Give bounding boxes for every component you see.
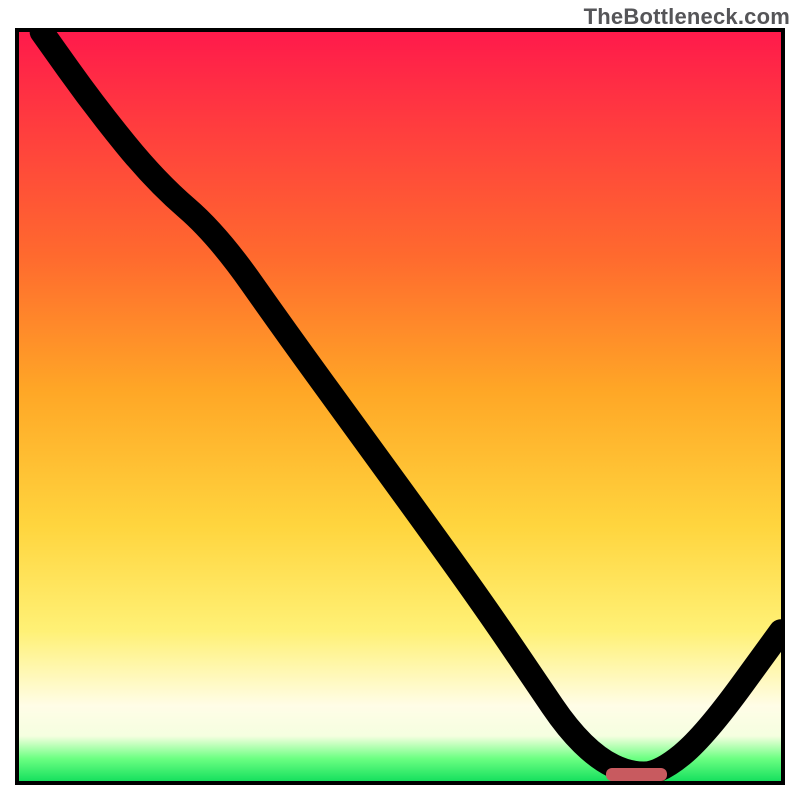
plot-area <box>15 28 785 785</box>
curve-layer <box>19 32 781 781</box>
watermark-text: TheBottleneck.com <box>584 4 790 30</box>
bottleneck-curve <box>42 32 781 774</box>
optimal-range-marker <box>606 768 667 781</box>
chart-container: TheBottleneck.com <box>0 0 800 800</box>
